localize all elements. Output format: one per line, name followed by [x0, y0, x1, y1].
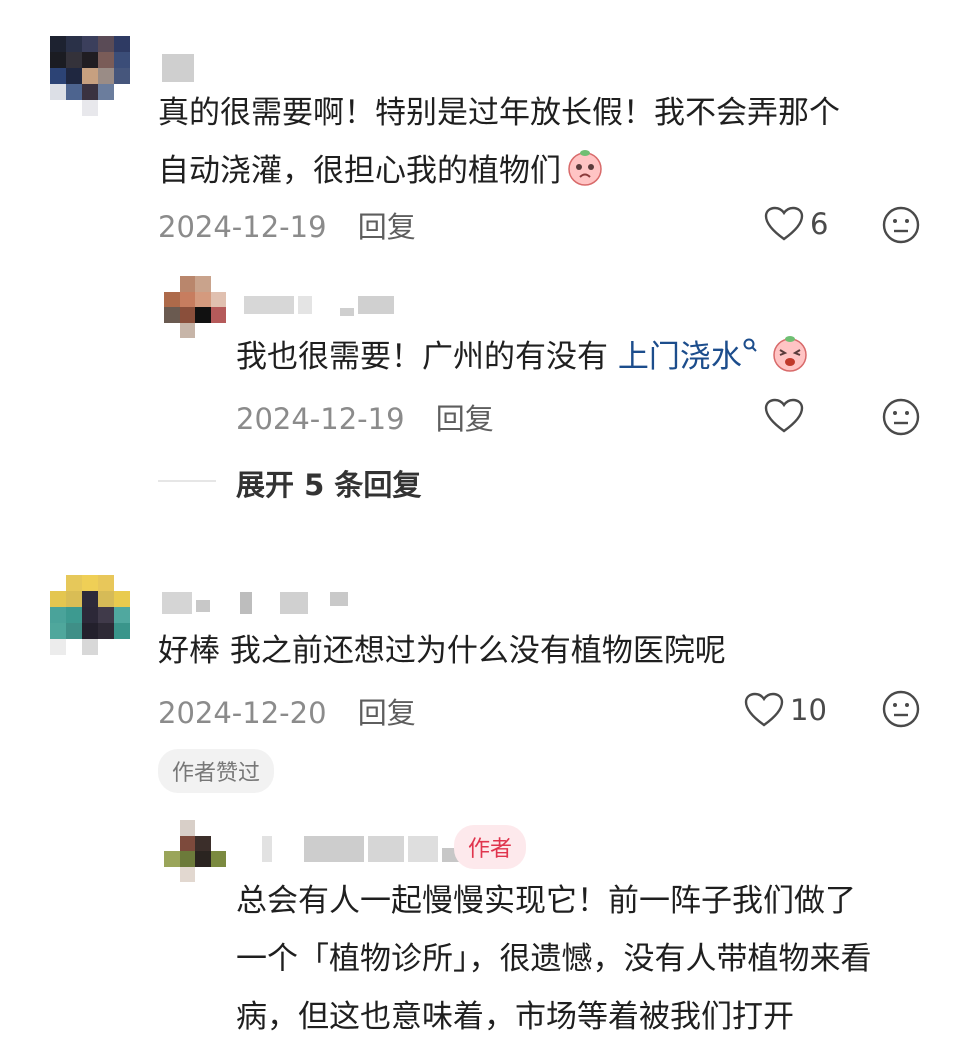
search-small-icon: [743, 338, 757, 352]
search-link[interactable]: 上门浇水: [618, 339, 742, 375]
comment-date: 2024-12-19: [158, 210, 327, 244]
heart-outline-icon: [764, 398, 804, 434]
username-blurred[interactable]: [162, 54, 198, 82]
avatar[interactable]: [50, 575, 130, 655]
reply-username-blurred[interactable]: [262, 836, 466, 862]
reply-text: 总会有人一起慢慢实现它！前一阵子我们做了 一个「植物诊所」，很遗憾，没有人带植物…: [236, 872, 936, 1046]
comment-meta: 2024-12-19 回复: [158, 204, 416, 246]
reply-meta: 2024-12-19 回复: [236, 396, 494, 438]
heart-outline-icon: [764, 206, 804, 242]
reply-button[interactable]: 回复: [358, 210, 416, 244]
expand-replies-button[interactable]: 展开 5 条回复: [236, 462, 421, 504]
like-button[interactable]: 6: [764, 206, 828, 242]
like-button[interactable]: 10: [744, 692, 827, 728]
reply-avatar[interactable]: [164, 820, 226, 882]
like-button[interactable]: [764, 398, 804, 434]
like-count: 6: [810, 207, 829, 241]
neutral-face-icon[interactable]: [882, 206, 920, 248]
reply-text-line: 总会有人一起慢慢实现它！前一阵子我们做了: [236, 883, 856, 919]
comment-date: 2024-12-20: [158, 696, 327, 730]
reply-text: 我也很需要！广州的有没有 上门浇水: [236, 328, 936, 386]
author-liked-badge: 作者赞过: [158, 749, 275, 793]
peach-worried-emoji: [568, 150, 602, 186]
reply-username-blurred[interactable]: [244, 296, 398, 316]
heart-outline-icon: [744, 692, 784, 728]
reply-button[interactable]: 回复: [436, 402, 494, 436]
username-blurred[interactable]: [162, 592, 352, 614]
reply-date: 2024-12-19: [236, 402, 405, 436]
comment-meta: 2024-12-20 回复: [158, 690, 416, 732]
avatar[interactable]: [50, 36, 130, 116]
author-badge: 作者: [454, 825, 527, 869]
reply-text-line: 一个「植物诊所」，很遗憾，没有人带植物来看: [236, 941, 872, 977]
peach-scream-emoji: [773, 336, 807, 372]
like-count: 10: [790, 693, 827, 727]
neutral-face-icon[interactable]: [882, 690, 920, 732]
expand-divider: [158, 480, 216, 482]
reply-button[interactable]: 回复: [358, 696, 416, 730]
comment-text-line: 真的很需要啊！特别是过年放长假！我不会弄那个: [158, 95, 840, 131]
comment-text-line: 自动浇灌，很担心我的植物们: [158, 142, 938, 200]
comment-text: 真的很需要啊！特别是过年放长假！我不会弄那个 自动浇灌，很担心我的植物们: [158, 84, 938, 200]
reply-avatar[interactable]: [164, 276, 226, 338]
reply-text-line: 病，但这也意味着，市场等着被我们打开: [236, 999, 794, 1035]
neutral-face-icon[interactable]: [882, 398, 920, 440]
comment-text: 好棒 我之前还想过为什么没有植物医院呢: [158, 633, 726, 669]
